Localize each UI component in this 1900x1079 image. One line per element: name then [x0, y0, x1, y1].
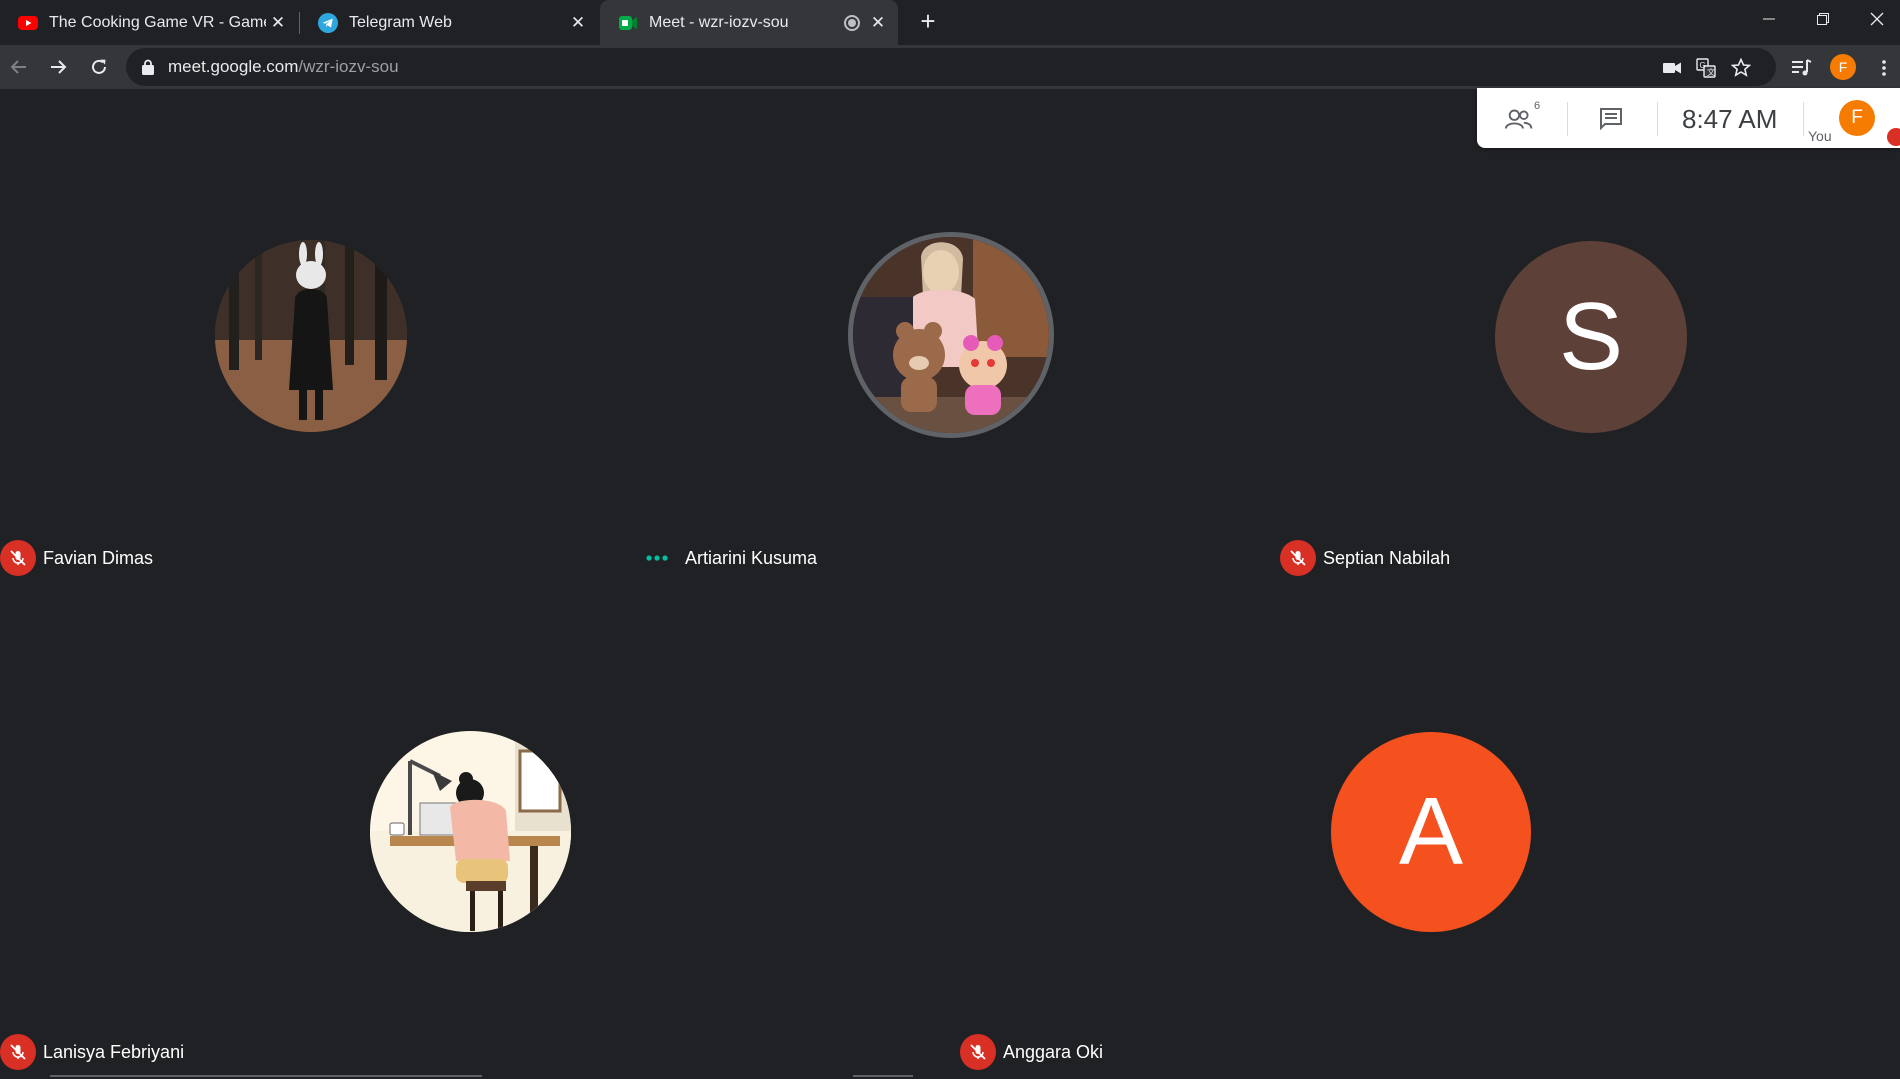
- minimize-button[interactable]: [1746, 0, 1792, 38]
- participant-name: Favian Dimas: [43, 547, 154, 568]
- youtube-icon: [18, 13, 38, 33]
- participant-name: Artiarini Kusuma: [685, 547, 818, 568]
- url-host: meet.google.com: [168, 57, 299, 76]
- avatar-initial: A: [1398, 778, 1464, 885]
- participant-avatar-artiarini-kusuma: [848, 232, 1054, 438]
- restore-button[interactable]: [1800, 0, 1846, 38]
- bookmark-star-icon[interactable]: [1730, 57, 1752, 79]
- mic-off-icon: [0, 540, 36, 576]
- participant-avatar-lanisya-febriyani: [370, 731, 571, 932]
- profile-avatar[interactable]: F: [1830, 54, 1856, 80]
- mic-off-icon: [1280, 540, 1316, 576]
- tab-youtube[interactable]: The Cooking Game VR - Gameplay ✕: [0, 0, 298, 45]
- participant-name: Anggara Oki: [1003, 1041, 1104, 1062]
- participant-name-row: Anggara Oki: [960, 1034, 1103, 1070]
- svg-text:G: G: [1700, 61, 1706, 70]
- svg-text:文: 文: [1707, 67, 1715, 77]
- speaking-indicator-icon: [639, 540, 675, 576]
- participant-name: Septian Nabilah: [1323, 547, 1451, 568]
- mic-off-icon: [0, 1034, 36, 1070]
- close-window-button[interactable]: [1854, 0, 1900, 38]
- participant-name: Lanisya Febriyani: [43, 1041, 185, 1062]
- tile-edge: [853, 1075, 913, 1077]
- mic-off-icon: [960, 1034, 996, 1070]
- meeting-clock: 8:47 AM: [1682, 104, 1778, 134]
- participant-name-row: Artiarini Kusuma: [639, 540, 817, 576]
- close-tab-icon[interactable]: ✕: [866, 11, 890, 35]
- back-button[interactable]: [4, 52, 34, 82]
- tab-telegram[interactable]: Telegram Web ✕: [300, 0, 598, 45]
- participant-avatar-favian-dimas: [215, 240, 407, 432]
- tile-edge: [50, 1075, 482, 1077]
- participant-avatar-anggara-oki: A: [1331, 732, 1531, 932]
- recording-icon: [844, 14, 860, 31]
- tab-meet[interactable]: Meet - wzr-iozv-sou ✕: [600, 0, 898, 45]
- divider: [1657, 102, 1658, 136]
- self-muted-icon: [1887, 128, 1900, 146]
- chat-button[interactable]: [1594, 102, 1628, 136]
- translate-icon[interactable]: G文: [1695, 57, 1717, 79]
- more-menu-icon[interactable]: [1872, 56, 1896, 80]
- url-text: meet.google.com/wzr-iozv-sou: [168, 57, 399, 77]
- google-meet-icon: [618, 13, 638, 33]
- new-tab-button[interactable]: +: [914, 8, 942, 36]
- close-tab-icon[interactable]: ✕: [266, 11, 290, 35]
- participant-avatar-septian-nabilah: S: [1495, 241, 1687, 433]
- tab-title: Meet - wzr-iozv-sou: [649, 13, 789, 31]
- camera-in-use-icon[interactable]: [1661, 57, 1683, 79]
- tab-title: Telegram Web: [349, 13, 452, 31]
- avatar-initial: S: [1558, 283, 1624, 390]
- participants-button[interactable]: 6: [1504, 100, 1541, 136]
- participant-count: 6: [1534, 100, 1541, 112]
- close-tab-icon[interactable]: ✕: [566, 11, 590, 35]
- self-avatar[interactable]: F: [1839, 100, 1875, 136]
- media-control-icon[interactable]: [1790, 56, 1814, 80]
- tab-strip: The Cooking Game VR - Gameplay ✕ Telegra…: [0, 0, 1900, 45]
- browser-toolbar: meet.google.com/wzr-iozv-sou G文 F: [0, 45, 1900, 89]
- meeting-info-panel: 6 8:47 AM F You: [1477, 88, 1900, 148]
- divider: [1803, 102, 1804, 136]
- forward-button[interactable]: [43, 52, 73, 82]
- address-bar[interactable]: meet.google.com/wzr-iozv-sou G文: [126, 48, 1776, 86]
- participant-name-row: Septian Nabilah: [1280, 540, 1450, 576]
- telegram-icon: [318, 12, 338, 33]
- url-path: /wzr-iozv-sou: [298, 57, 399, 76]
- divider: [1567, 102, 1568, 136]
- lock-icon[interactable]: [142, 59, 154, 80]
- participant-name-row: Lanisya Febriyani: [0, 1034, 184, 1070]
- reload-button[interactable]: [84, 52, 114, 82]
- participant-name-row: Favian Dimas: [0, 540, 153, 576]
- tab-title: The Cooking Game VR - Gameplay: [49, 13, 266, 31]
- self-label: You: [1808, 128, 1832, 144]
